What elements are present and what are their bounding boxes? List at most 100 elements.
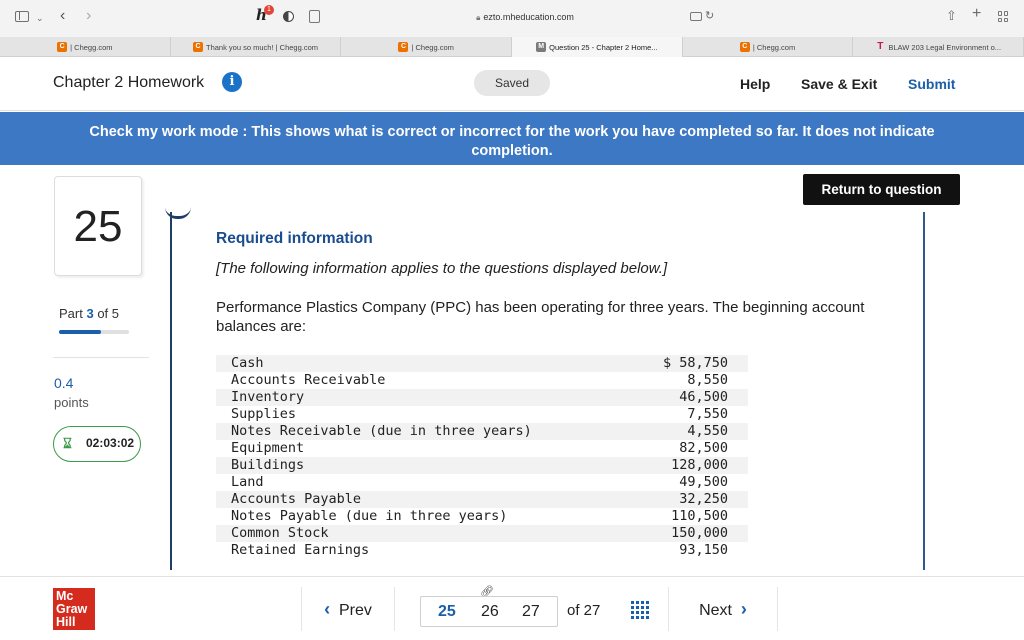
- sidebar-toggle-icon[interactable]: [15, 11, 29, 22]
- browser-tab[interactable]: C | Chegg.com: [0, 37, 171, 57]
- question-number: 25: [73, 202, 123, 251]
- part-progress-bar: [59, 330, 129, 334]
- chegg-favicon-icon: C: [398, 42, 409, 52]
- check-work-banner: Check my work mode : This shows what is …: [0, 112, 1024, 165]
- account-amount: 93,150: [679, 542, 728, 558]
- points-label: points: [54, 395, 89, 410]
- timer-value: 02:03:02: [86, 436, 135, 450]
- question-number-card: 25: [54, 176, 142, 276]
- assignment-title: Chapter 2 Homework: [53, 74, 205, 91]
- timer-pill[interactable]: ⌛︎ 02:03:02: [53, 426, 141, 462]
- points-value: 0.4: [54, 375, 74, 391]
- account-name: Accounts Payable: [231, 491, 362, 507]
- return-to-question-button[interactable]: Return to question: [803, 174, 960, 205]
- content-left-border: [170, 212, 172, 570]
- tab-overview-icon[interactable]: [690, 12, 702, 21]
- reader-extension-icon[interactable]: [309, 10, 320, 23]
- required-information-heading: Required information: [216, 230, 373, 247]
- tab-label: | Chegg.com: [411, 42, 454, 52]
- following-information-note: [The following information applies to th…: [216, 260, 668, 277]
- account-name: Buildings: [231, 457, 305, 473]
- chevron-left-icon: ‹: [324, 599, 331, 619]
- info-icon[interactable]: i: [222, 72, 242, 92]
- chegg-favicon-icon: C: [193, 42, 203, 52]
- lock-icon: 🔒︎: [476, 13, 481, 22]
- tab-label: | Chegg.com: [70, 42, 113, 52]
- account-amount: 4,550: [687, 423, 728, 439]
- page-link[interactable]: 26: [481, 603, 499, 621]
- question-paragraph: Performance Plastics Company (PPC) has b…: [216, 299, 865, 335]
- tab-label: Thank you so much! | Chegg.com: [206, 42, 319, 52]
- account-name: Common Stock: [231, 525, 329, 541]
- new-tab-icon[interactable]: +: [972, 6, 981, 22]
- page-current[interactable]: 25: [438, 603, 456, 621]
- content-bracket-top: [165, 207, 191, 219]
- hourglass-icon: ⌛︎: [63, 435, 72, 451]
- account-balances-table: Cash $ 58,750 Accounts Receivable 8,550 Inve…: [216, 355, 748, 559]
- save-exit-button[interactable]: Save & Exit: [801, 76, 877, 92]
- back-arrow-icon[interactable]: ‹: [60, 8, 65, 24]
- balance-row: Cash $ 58,750: [216, 355, 748, 372]
- t-favicon-icon: T: [877, 41, 884, 52]
- url-text: ezto.mheducation.com: [483, 12, 574, 22]
- share-icon[interactable]: ⇧: [946, 9, 957, 23]
- part-progress-fill: [59, 330, 101, 334]
- account-name: Retained Earnings: [231, 542, 370, 558]
- browser-tab[interactable]: C Thank you so much! | Chegg.com: [171, 37, 342, 57]
- account-name: Cash: [231, 355, 264, 371]
- address-bar[interactable]: 🔒︎ ezto.mheducation.com: [330, 7, 720, 29]
- account-name: Land: [231, 474, 264, 490]
- balance-row: Accounts Receivable 8,550: [216, 372, 748, 389]
- part-suffix: of 5: [97, 306, 120, 321]
- balance-row: Inventory 46,500: [216, 389, 748, 406]
- account-amount: 82,500: [679, 440, 728, 456]
- forward-arrow-icon[interactable]: ›: [86, 8, 91, 24]
- chegg-favicon-icon: C: [739, 42, 750, 52]
- account-amount: 7,550: [687, 406, 728, 422]
- chegg-favicon-icon: C: [57, 42, 68, 52]
- prev-button[interactable]: ‹ Prev: [301, 587, 395, 631]
- account-amount: 8,550: [687, 372, 728, 388]
- account-amount: 49,500: [679, 474, 728, 490]
- account-amount: 32,250: [679, 491, 728, 507]
- account-name: Notes Receivable (due in three years): [231, 423, 532, 439]
- page-selector: 25 26 27: [420, 596, 558, 627]
- account-amount: 150,000: [671, 525, 728, 541]
- balance-row: Common Stock 150,000: [216, 525, 748, 542]
- footer-nav: Mc Graw Hill ‹ Prev 🔗︎ 25 26 27 of 27 Ne…: [0, 576, 1024, 640]
- tab-grid-icon[interactable]: [998, 11, 1009, 22]
- account-amount: 110,500: [671, 508, 728, 524]
- account-name: Accounts Receivable: [231, 372, 386, 388]
- prev-label: Prev: [338, 602, 372, 619]
- extension-badge: 1: [264, 5, 274, 15]
- balance-row: Supplies 7,550: [216, 406, 748, 423]
- next-button[interactable]: Next ›: [668, 587, 778, 631]
- account-name: Inventory: [231, 389, 305, 405]
- balance-row: Notes Receivable (due in three years) 4,5…: [216, 423, 748, 440]
- balance-row: Buildings 128,000: [216, 457, 748, 474]
- mheducation-favicon-icon: M: [536, 42, 547, 52]
- browser-toolbar: ⌄ ‹ › h 1 🔒︎ ezto.mheducation.com ↻ ⇧ +: [0, 0, 1024, 37]
- tab-label: BLAW 203 Legal Environment o...: [888, 42, 1002, 52]
- part-current: 3: [86, 306, 94, 321]
- reload-icon[interactable]: ↻: [705, 9, 714, 23]
- account-name: Supplies: [231, 406, 297, 422]
- balance-row: Accounts Payable 32,250: [216, 491, 748, 508]
- chevron-down-icon[interactable]: ⌄: [36, 11, 44, 25]
- balance-row: Retained Earnings 93,150: [216, 542, 748, 559]
- browser-tab[interactable]: C | Chegg.com: [341, 37, 513, 57]
- question-grid-icon[interactable]: [631, 601, 650, 620]
- logo-line: Hill: [56, 615, 76, 629]
- browser-tab[interactable]: T BLAW 203 Legal Environment o...: [853, 37, 1024, 57]
- saved-status-badge: Saved: [474, 70, 550, 96]
- browser-tab[interactable]: C | Chegg.com: [683, 37, 854, 57]
- help-button[interactable]: Help: [740, 76, 770, 92]
- tab-strip: C | Chegg.com C Thank you so much! | Chegg…: [0, 37, 1024, 57]
- browser-tab-active[interactable]: M Question 25 - Chapter 2 Home...: [512, 37, 683, 57]
- account-amount: 128,000: [671, 457, 728, 473]
- mcgraw-hill-logo: Mc Graw Hill: [53, 588, 95, 630]
- submit-button[interactable]: Submit: [908, 76, 955, 92]
- page-link[interactable]: 27: [522, 603, 540, 621]
- part-prefix: Part: [59, 306, 83, 321]
- contrast-extension-icon[interactable]: [283, 11, 294, 22]
